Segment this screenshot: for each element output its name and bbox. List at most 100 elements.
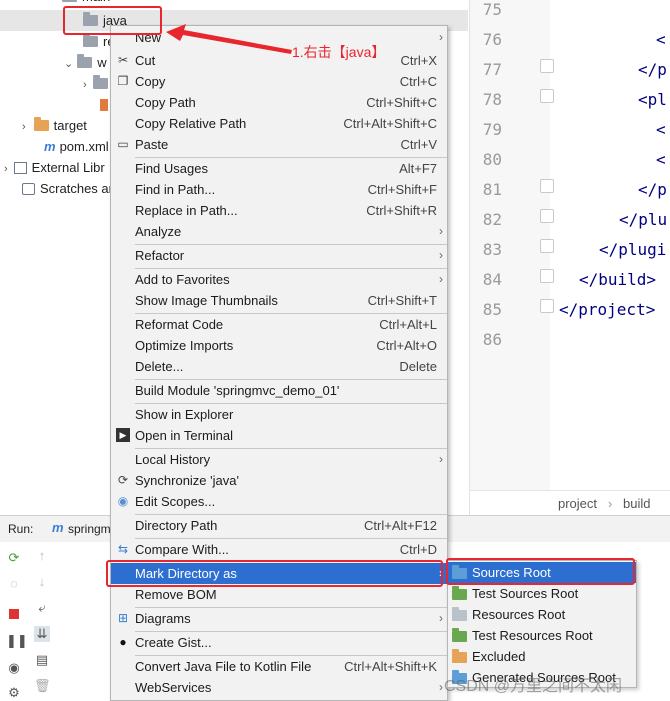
menu-item-create-gist[interactable]: ● Create Gist...: [111, 632, 447, 653]
menu-item-build-module[interactable]: Build Module 'springmvc_demo_01': [111, 380, 447, 401]
submenu-item-test-resources-root[interactable]: Test Resources Root: [448, 625, 636, 646]
menu-label: Cut: [135, 53, 156, 68]
line-number: 81: [482, 180, 502, 199]
menu-item-synchronize[interactable]: ⟳ Synchronize 'java': [111, 470, 447, 491]
code-line: </build>: [579, 270, 657, 289]
settings-icon[interactable]: ⚙: [6, 685, 22, 701]
menu-item-analyze[interactable]: Analyze ›: [111, 221, 447, 242]
menu-item-find-in-path[interactable]: Find in Path... Ctrl+Shift+F: [111, 179, 447, 200]
rerun-icon[interactable]: ⟳: [6, 550, 22, 566]
breadcrumb-item[interactable]: project: [558, 496, 597, 511]
tree-item-webapp[interactable]: ⌄ w: [64, 52, 107, 73]
scroll-to-end-icon[interactable]: ⇊: [34, 626, 50, 642]
tree-item-scratches[interactable]: Scratches ar: [22, 178, 113, 199]
menu-item-show-in-explorer[interactable]: Show in Explorer: [111, 404, 447, 425]
fold-marker[interactable]: [540, 299, 554, 313]
tree-item-target[interactable]: › target: [22, 115, 87, 136]
menu-item-local-history[interactable]: Local History ›: [111, 449, 447, 470]
menu-item-copy-relative-path[interactable]: Copy Relative Path Ctrl+Alt+Shift+C: [111, 113, 447, 134]
menu-item-reformat-code[interactable]: Reformat Code Ctrl+Alt+L: [111, 314, 447, 335]
tree-item-pom[interactable]: m pom.xml: [44, 136, 109, 157]
line-number: 76: [482, 30, 502, 49]
line-number: 84: [482, 270, 502, 289]
menu-item-diagrams[interactable]: ⊞ Diagrams ›: [111, 608, 447, 629]
breadcrumb-separator: ›: [608, 496, 613, 511]
wrap-icon[interactable]: ⤶: [34, 600, 50, 616]
scissors-icon: ✂: [117, 53, 129, 67]
folder-icon: [92, 75, 108, 89]
tree-item-external-libraries[interactable]: › External Libr: [4, 157, 105, 178]
menu-label: Delete...: [135, 359, 184, 374]
fold-marker[interactable]: [540, 209, 554, 223]
test-sources-folder-icon: [452, 586, 467, 600]
fold-marker[interactable]: [540, 89, 554, 103]
line-number: 80: [482, 150, 502, 169]
trash-icon[interactable]: 🗑: [34, 678, 51, 694]
test-resources-folder-icon: [452, 628, 467, 642]
menu-item-replace-in-path[interactable]: Replace in Path... Ctrl+Shift+R: [111, 200, 447, 221]
menu-item-copy[interactable]: ❐ Copy Ctrl+C: [111, 71, 447, 92]
submenu-item-excluded[interactable]: Excluded: [448, 646, 636, 667]
arrow-down-icon[interactable]: ↓: [34, 574, 50, 590]
arrow-up-icon[interactable]: ↑: [34, 548, 50, 564]
submenu-arrow-icon: ›: [439, 248, 443, 262]
chevron-right-icon[interactable]: ›: [4, 163, 8, 175]
chevron-down-icon[interactable]: ⌄: [64, 58, 73, 70]
menu-shortcut: Ctrl+Alt+F12: [364, 518, 437, 533]
menu-shortcut: Alt+F7: [399, 161, 437, 176]
submenu-item-test-sources-root[interactable]: Test Sources Root: [448, 583, 636, 604]
fold-marker[interactable]: [540, 239, 554, 253]
menu-item-edit-scopes[interactable]: ◉ Edit Scopes...: [111, 491, 447, 512]
menu-label: Excluded: [472, 649, 526, 664]
stop-icon[interactable]: [6, 607, 22, 623]
run-label: Run:: [8, 522, 34, 536]
github-icon: ●: [119, 635, 127, 649]
menu-item-open-in-terminal[interactable]: ▶ Open in Terminal: [111, 425, 447, 446]
menu-shortcut: Ctrl+X: [400, 53, 437, 68]
menu-label: Add to Favorites: [135, 272, 230, 287]
menu-item-delete[interactable]: Delete... Delete: [111, 356, 447, 377]
menu-item-directory-path[interactable]: Directory Path Ctrl+Alt+F12: [111, 515, 447, 536]
menu-item-compare-with[interactable]: ⇆ Compare With... Ctrl+D: [111, 539, 447, 560]
stop-rerun-icon[interactable]: ◌: [6, 576, 22, 592]
menu-item-add-to-favorites[interactable]: Add to Favorites ›: [111, 269, 447, 290]
menu-shortcut: Ctrl+Alt+O: [376, 338, 437, 353]
menu-item-show-thumbnails[interactable]: Show Image Thumbnails Ctrl+Shift+T: [111, 290, 447, 311]
line-number: 75: [482, 0, 502, 19]
chevron-right-icon[interactable]: ›: [22, 121, 26, 133]
menu-item-convert-kotlin[interactable]: Convert Java File to Kotlin File Ctrl+Alt…: [111, 656, 447, 677]
chevron-right-icon[interactable]: ›: [83, 79, 87, 91]
fold-marker[interactable]: [540, 179, 554, 193]
resources-folder-icon: [452, 607, 467, 621]
tree-label: target: [53, 118, 87, 133]
fold-marker[interactable]: [540, 269, 554, 283]
code-line: <: [656, 120, 666, 139]
tree-item-webinf[interactable]: ›: [83, 73, 113, 94]
menu-item-find-usages[interactable]: Find Usages Alt+F7: [111, 158, 447, 179]
submenu-item-resources-root[interactable]: Resources Root: [448, 604, 636, 625]
menu-item-remove-bom[interactable]: Remove BOM: [111, 584, 447, 605]
breadcrumb-item[interactable]: build: [623, 496, 650, 511]
menu-item-refactor[interactable]: Refactor ›: [111, 245, 447, 266]
highlight-box-mark-directory: [106, 560, 443, 587]
menu-label: Optimize Imports: [135, 338, 234, 353]
code-line: <: [656, 150, 666, 169]
print-icon[interactable]: ▤: [34, 652, 50, 668]
fold-marker[interactable]: [540, 59, 554, 73]
camera-icon[interactable]: ◉: [6, 660, 22, 676]
pause-icon[interactable]: ❚❚: [6, 633, 28, 649]
menu-label: Build Module 'springmvc_demo_01': [135, 383, 340, 398]
run-config-tab[interactable]: springm: [68, 522, 111, 536]
menu-item-paste[interactable]: ▭ Paste Ctrl+V: [111, 134, 447, 155]
tree-label: Scratches ar: [40, 181, 113, 196]
highlight-box-sources-root: [446, 558, 635, 585]
menu-item-optimize-imports[interactable]: Optimize Imports Ctrl+Alt+O: [111, 335, 447, 356]
tree-item-jsp[interactable]: [100, 94, 108, 115]
compare-icon: ⇆: [117, 542, 129, 556]
menu-label: Copy Relative Path: [135, 116, 247, 131]
scratches-icon: [22, 183, 35, 195]
menu-item-copy-path[interactable]: Copy Path Ctrl+Shift+C: [111, 92, 447, 113]
menu-label: Remove BOM: [135, 587, 217, 602]
menu-item-webservices[interactable]: WebServices ›: [111, 677, 447, 698]
tree-label: main: [82, 0, 110, 4]
